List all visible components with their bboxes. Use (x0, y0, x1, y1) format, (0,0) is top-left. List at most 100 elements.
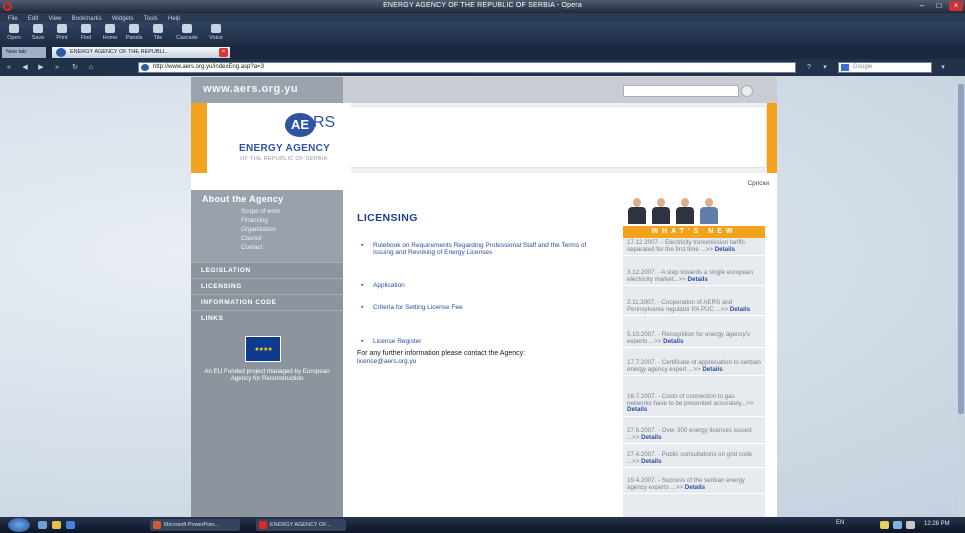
volume-icon[interactable] (906, 521, 915, 529)
tile-button[interactable]: Tile (146, 23, 170, 45)
home-icon (105, 24, 115, 33)
close-tab-icon[interactable]: × (219, 48, 228, 57)
opera-icon (259, 521, 267, 529)
news-item-text: 5.10.2007. - Recognition for energy agen… (627, 331, 750, 345)
news-details-link[interactable]: Details (641, 458, 661, 465)
save-label: Save (31, 35, 45, 41)
about-agency-section: About the Agency Scope of work Financing… (191, 190, 343, 262)
new-tab-button[interactable]: New tab (2, 47, 46, 58)
window-titlebar: ENERGY AGENCY OF THE REPUBLIC OF SERBIA … (0, 0, 965, 13)
sidebar-item-licensing[interactable]: LICENSING (191, 278, 343, 294)
powerpoint-icon (153, 521, 161, 529)
site-search-button[interactable] (741, 85, 753, 97)
print-button[interactable]: Print (50, 23, 74, 45)
network-icon[interactable] (893, 521, 902, 529)
tab-energy-agency[interactable]: ENERGY AGENCY OF THE REPUBLI... × (52, 47, 230, 58)
sidebar-item-links[interactable]: LINKS (191, 310, 343, 326)
site-search-input[interactable] (623, 85, 739, 97)
find-label: Find (80, 35, 92, 41)
news-item: 19.4.2007. - Success of the serbian ener… (623, 476, 765, 495)
site-favicon-icon (56, 48, 66, 57)
logo-agency-name: ENERGY AGENCY (239, 143, 331, 154)
panels-icon (129, 24, 139, 33)
back-icon[interactable]: ◀ (20, 63, 30, 72)
news-details-link[interactable]: Details (715, 246, 735, 253)
sidebar-item-information-code[interactable]: INFORMATION CODE (191, 294, 343, 310)
taskbar-item-opera[interactable]: ENERGY AGENCY OF... (256, 519, 346, 531)
find-icon (81, 24, 91, 33)
person-icon (627, 198, 647, 224)
aers-logo[interactable]: AE RS ENERGY AGENCY OF THE REPUBLIC OF S… (207, 103, 351, 173)
maximize-button[interactable]: □ (932, 1, 946, 11)
cascade-icon (182, 24, 192, 33)
voice-button[interactable]: Voice (204, 23, 228, 45)
forward-icon[interactable]: ▶ (36, 63, 46, 72)
find-button[interactable]: Find (74, 23, 98, 45)
license-register-link[interactable]: License Register (361, 338, 595, 345)
news-details-link[interactable]: Details (685, 484, 705, 491)
search-engine-field[interactable]: Google (838, 62, 932, 73)
save-button[interactable]: Save (26, 23, 50, 45)
close-window-button[interactable]: × (949, 1, 963, 11)
rewind-icon[interactable]: « (4, 63, 14, 72)
sidebar-item-organization[interactable]: Organization (241, 226, 276, 233)
internet-explorer-icon[interactable] (66, 521, 75, 529)
contact-email-link[interactable]: licence@aers.org.yu (357, 358, 416, 365)
news-details-link[interactable]: Details (627, 406, 647, 413)
home-nav-icon[interactable]: ⌂ (86, 63, 96, 72)
news-item: 2.11.2007. - Cooperation of AERS and Pen… (623, 298, 765, 317)
search-placeholder: Google (853, 64, 873, 70)
sidebar-item-scope[interactable]: Scope of work (241, 208, 280, 215)
task-label: Microsoft PowerPoin... (164, 522, 220, 528)
tab-bar: New tab ENERGY AGENCY OF THE REPUBLI... … (0, 46, 965, 59)
news-item: 5.10.2007. - Recognition for energy agen… (623, 330, 765, 349)
main-content: LICENSING Rulebook on Requirements Regar… (343, 190, 617, 517)
person-icon (651, 198, 671, 224)
license-fee-criteria-link[interactable]: Criteria for Setting License Fee (361, 304, 595, 311)
home-button[interactable]: Home (98, 23, 122, 45)
news-item: 27.4.2007. - Public consultations on gri… (623, 450, 765, 469)
open-button[interactable]: Open (2, 23, 26, 45)
fast-forward-icon[interactable]: » (52, 63, 62, 72)
sidebar-item-contact[interactable]: Contact (241, 244, 262, 251)
about-agency-link[interactable]: About the Agency (202, 194, 283, 204)
site-header: AE RS ENERGY AGENCY OF THE REPUBLIC OF S… (191, 103, 777, 173)
language-link-serbian[interactable]: Српски (747, 180, 769, 187)
input-language-indicator[interactable]: EN (836, 520, 844, 526)
scrollbar-thumb[interactable] (958, 84, 964, 414)
search-go-icon[interactable]: ▾ (938, 63, 948, 72)
menu-bar: File Edit View Bookmarks Widgets Tools H… (0, 13, 965, 22)
vertical-scrollbar[interactable] (957, 76, 965, 517)
reload-icon[interactable]: ↻ (70, 63, 80, 72)
help-icon[interactable]: ? (804, 63, 814, 72)
panels-button[interactable]: Panels (122, 23, 146, 45)
eu-flag-icon[interactable]: ★★★★ (245, 336, 281, 362)
news-details-link[interactable]: Details (702, 366, 722, 373)
news-details-link[interactable]: Details (663, 338, 683, 345)
news-details-link[interactable]: Details (688, 276, 708, 283)
start-button[interactable] (8, 518, 30, 532)
tile-label: Tile (153, 35, 163, 41)
tab-label: ENERGY AGENCY OF THE REPUBLI... (70, 49, 169, 55)
address-bar: « ◀ ▶ » ↻ ⌂ http://www.aers.org.yu/index… (0, 59, 965, 76)
rulebook-link[interactable]: Rulebook on Requirements Regarding Profe… (361, 242, 595, 256)
minimize-button[interactable]: – (915, 1, 929, 11)
news-details-link[interactable]: Details (730, 306, 750, 313)
sidebar-item-council[interactable]: Council (241, 235, 262, 242)
explorer-icon[interactable] (52, 521, 61, 529)
news-details-link[interactable]: Details (641, 434, 661, 441)
cascade-button[interactable]: Cascade (172, 23, 202, 45)
save-icon (33, 24, 43, 33)
application-link[interactable]: Application (361, 282, 595, 289)
eu-funded-note: An EU Funded project managed by European… (204, 368, 330, 382)
sidebar-item-financing[interactable]: Financing (241, 217, 268, 224)
show-desktop-icon[interactable] (38, 521, 47, 529)
url-field[interactable]: http://www.aers.org.yu/indexEng.asp?a=3 (138, 62, 796, 73)
tray-icon[interactable] (880, 521, 889, 529)
dropdown-icon[interactable]: ▾ (820, 63, 830, 72)
whats-new-panel: WHAT'S NEW 17.12.2007. - Electricity tra… (617, 190, 767, 517)
window-title: ENERGY AGENCY OF THE REPUBLIC OF SERBIA … (383, 2, 582, 9)
tile-icon (153, 24, 163, 33)
taskbar-item-powerpoint[interactable]: Microsoft PowerPoin... (150, 519, 240, 531)
sidebar-item-legislation[interactable]: LEGISLATION (191, 262, 343, 278)
